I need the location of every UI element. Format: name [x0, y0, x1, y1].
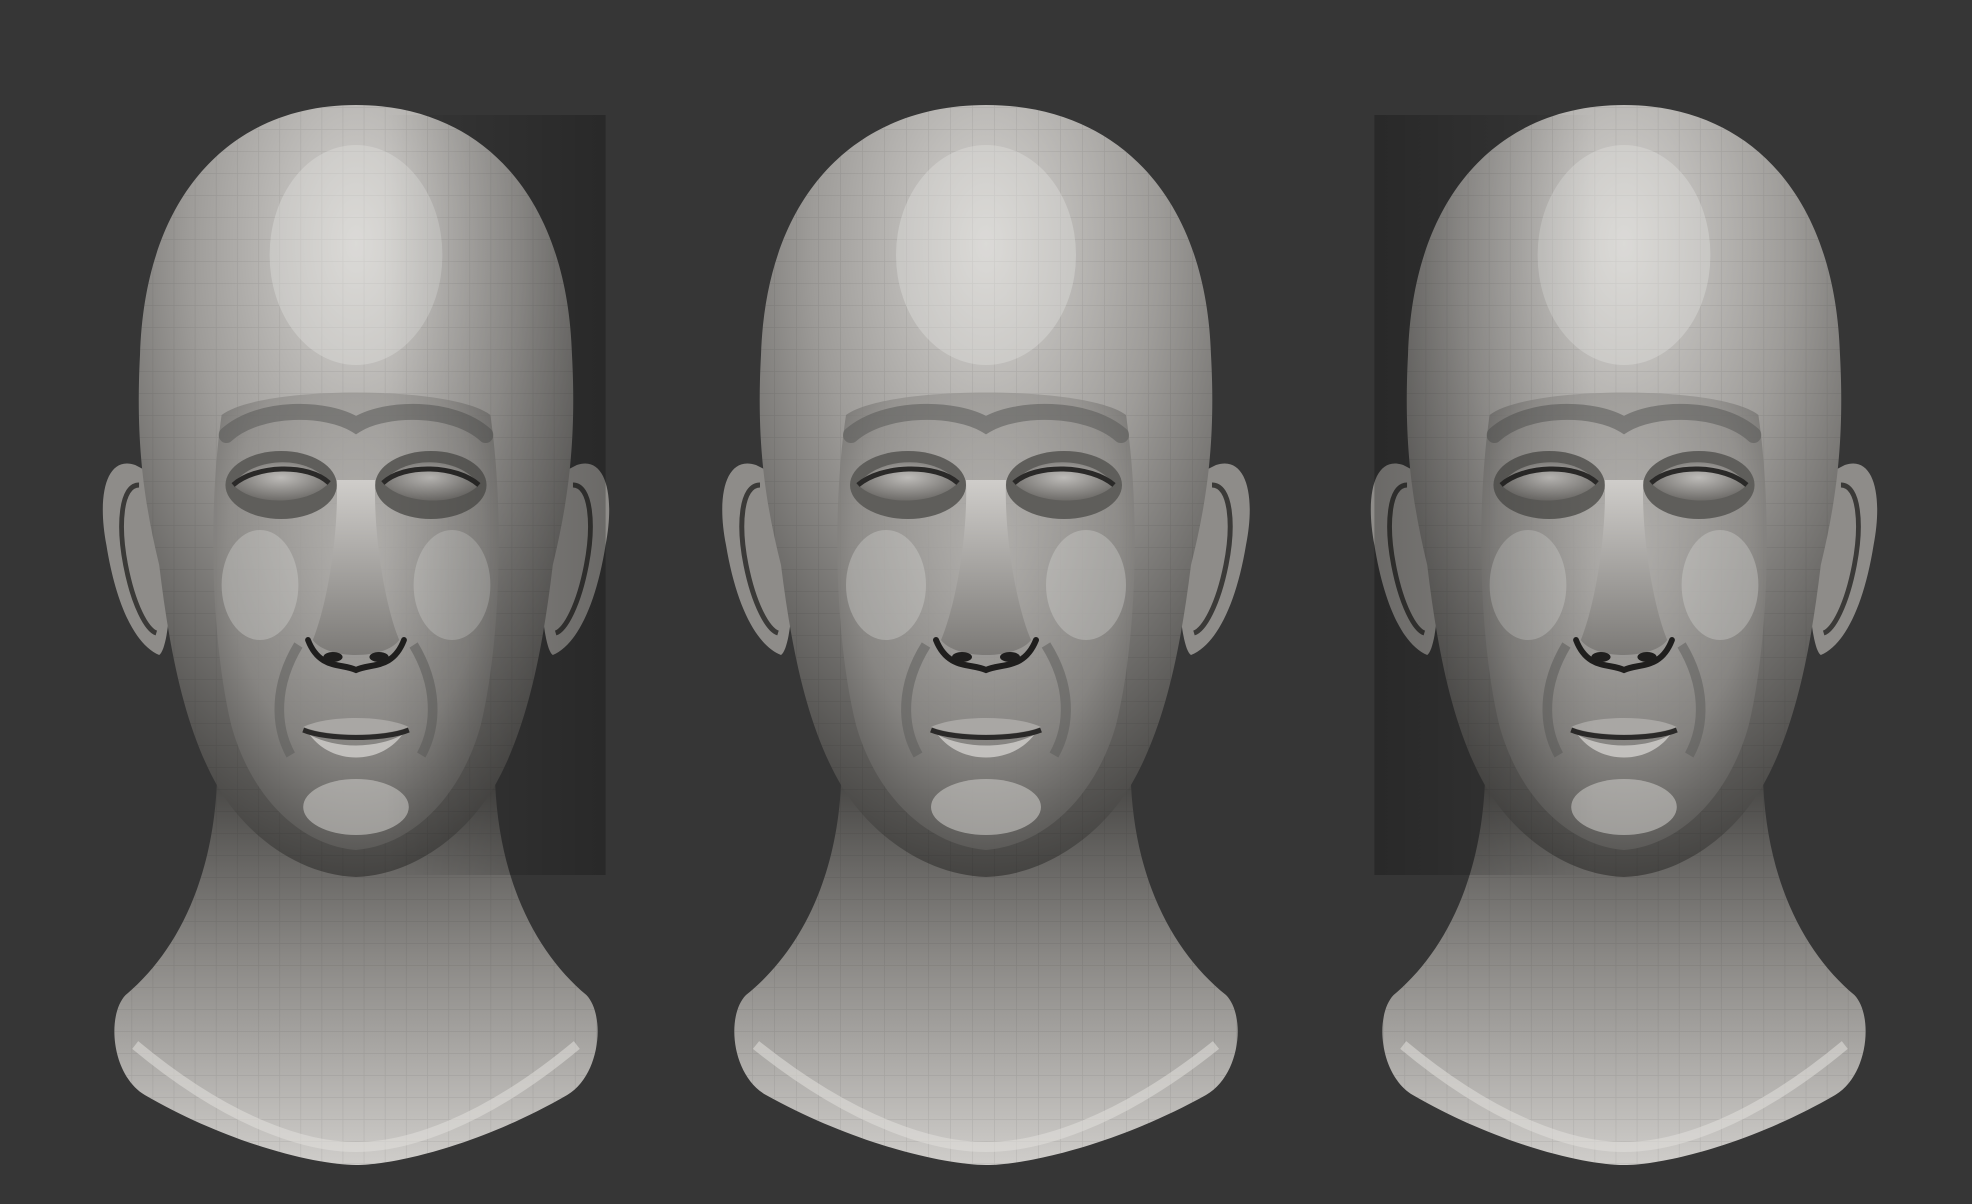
head-three-quarter-left[interactable] — [103, 105, 609, 1165]
head-front[interactable] — [722, 105, 1250, 1165]
head-sculpt-scene — [0, 0, 1972, 1204]
head-three-quarter-right[interactable] — [1371, 105, 1877, 1165]
sculpt-viewport[interactable] — [0, 0, 1972, 1204]
